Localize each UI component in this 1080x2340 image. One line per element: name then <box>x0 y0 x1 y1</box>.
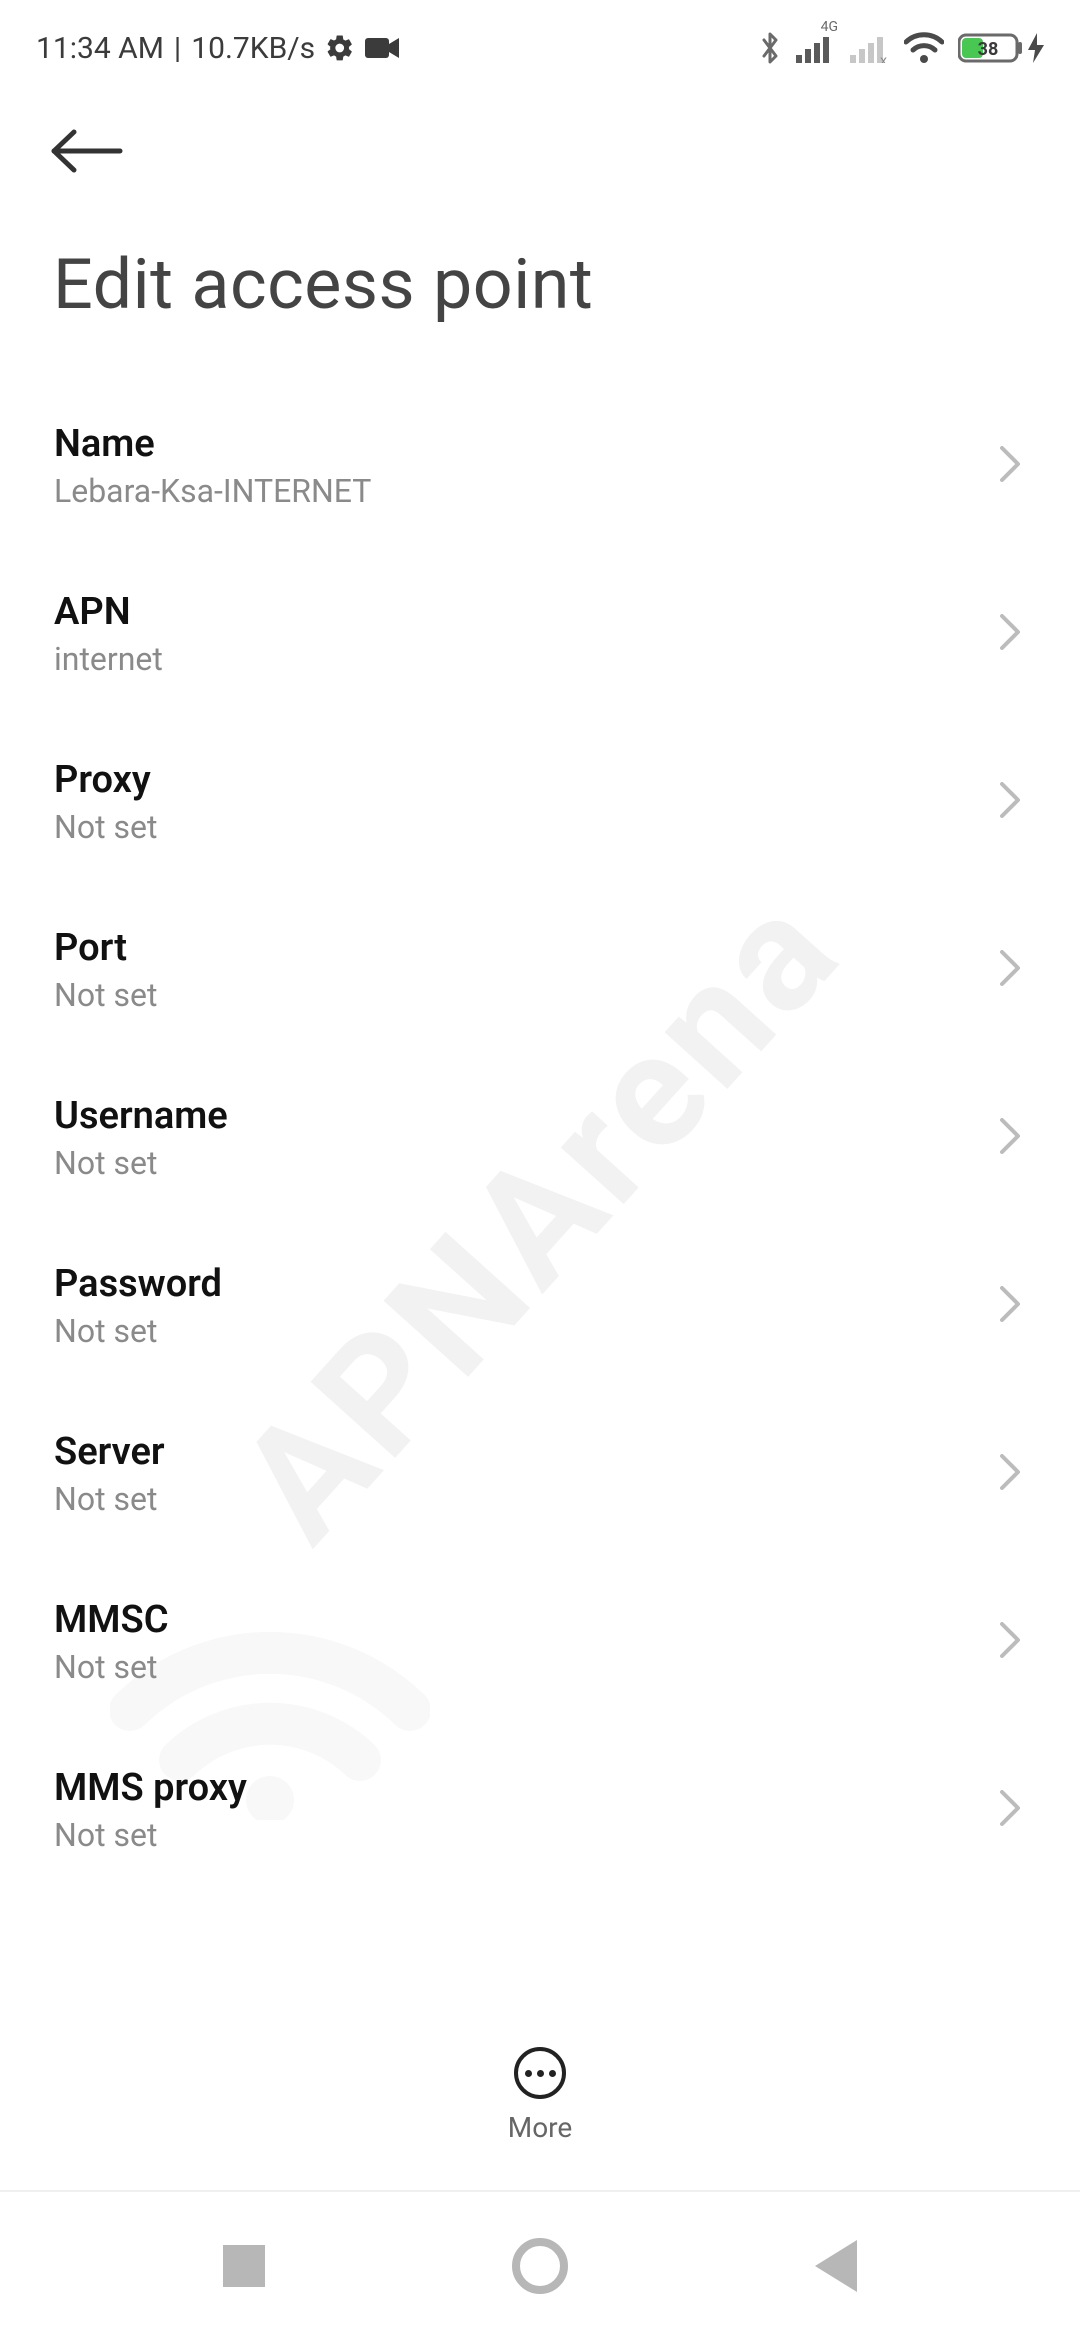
row-label: Username <box>54 1094 228 1138</box>
svg-text:38: 38 <box>978 39 999 60</box>
chevron-right-icon <box>998 1284 1022 1328</box>
row-mms-proxy[interactable]: MMS proxy Not set <box>52 1726 1028 1894</box>
battery-icon: 38 <box>958 32 1044 64</box>
list-fade-overlay <box>0 1920 1080 2040</box>
row-value: Not set <box>54 808 157 846</box>
status-right: 4G x 38 <box>758 30 1044 66</box>
row-label: Proxy <box>54 758 157 802</box>
camera-icon <box>365 36 399 60</box>
wifi-icon <box>904 32 944 64</box>
row-label: Password <box>54 1262 222 1306</box>
nav-recents-button[interactable] <box>223 2245 265 2287</box>
app-header <box>0 86 1080 190</box>
row-label: MMSC <box>54 1598 169 1642</box>
nav-back-button[interactable] <box>815 2240 857 2292</box>
row-value: Not set <box>54 1312 222 1350</box>
status-left: 11:34 AM | 10.7KB/s <box>36 31 399 66</box>
chevron-right-icon <box>998 1788 1022 1832</box>
page-title: Edit access point <box>0 190 1080 382</box>
more-button[interactable]: More <box>0 2047 1080 2144</box>
status-separator: | <box>174 31 181 66</box>
row-name[interactable]: Name Lebara-Ksa-INTERNET <box>52 382 1028 550</box>
row-apn[interactable]: APN internet <box>52 550 1028 718</box>
nav-home-button[interactable] <box>512 2238 568 2294</box>
chevron-right-icon <box>998 780 1022 824</box>
row-value: Not set <box>54 1480 165 1518</box>
bluetooth-icon <box>758 30 782 66</box>
row-label: Server <box>54 1430 165 1474</box>
chevron-right-icon <box>998 948 1022 992</box>
row-port[interactable]: Port Not set <box>52 886 1028 1054</box>
row-value: internet <box>54 640 163 678</box>
back-button[interactable] <box>48 126 1032 180</box>
chevron-right-icon <box>998 612 1022 656</box>
status-bar: 11:34 AM | 10.7KB/s 4G x <box>0 0 1080 86</box>
row-proxy[interactable]: Proxy Not set <box>52 718 1028 886</box>
svg-text:x: x <box>880 53 887 63</box>
row-value: Lebara-Ksa-INTERNET <box>54 472 371 510</box>
row-value: Not set <box>54 1144 228 1182</box>
settings-list: Name Lebara-Ksa-INTERNET APN internet Pr… <box>0 382 1080 1894</box>
system-nav-bar <box>0 2190 1080 2340</box>
row-password[interactable]: Password Not set <box>52 1222 1028 1390</box>
status-netspeed: 10.7KB/s <box>191 31 315 66</box>
row-value: Not set <box>54 1816 247 1854</box>
row-value: Not set <box>54 1648 169 1686</box>
more-label: More <box>508 2111 573 2144</box>
row-mmsc[interactable]: MMSC Not set <box>52 1558 1028 1726</box>
row-value: Not set <box>54 976 157 1014</box>
signal-1-icon: 4G <box>796 33 836 63</box>
status-time: 11:34 AM <box>36 31 164 66</box>
more-icon <box>514 2047 566 2099</box>
row-label: Name <box>54 422 371 466</box>
row-username[interactable]: Username Not set <box>52 1054 1028 1222</box>
chevron-right-icon <box>998 1620 1022 1664</box>
signal-2-icon: x <box>850 33 890 63</box>
row-label: APN <box>54 590 163 634</box>
row-label: MMS proxy <box>54 1766 247 1810</box>
row-server[interactable]: Server Not set <box>52 1390 1028 1558</box>
chevron-right-icon <box>998 1452 1022 1496</box>
gear-icon <box>325 33 355 63</box>
row-label: Port <box>54 926 157 970</box>
chevron-right-icon <box>998 444 1022 488</box>
chevron-right-icon <box>998 1116 1022 1160</box>
